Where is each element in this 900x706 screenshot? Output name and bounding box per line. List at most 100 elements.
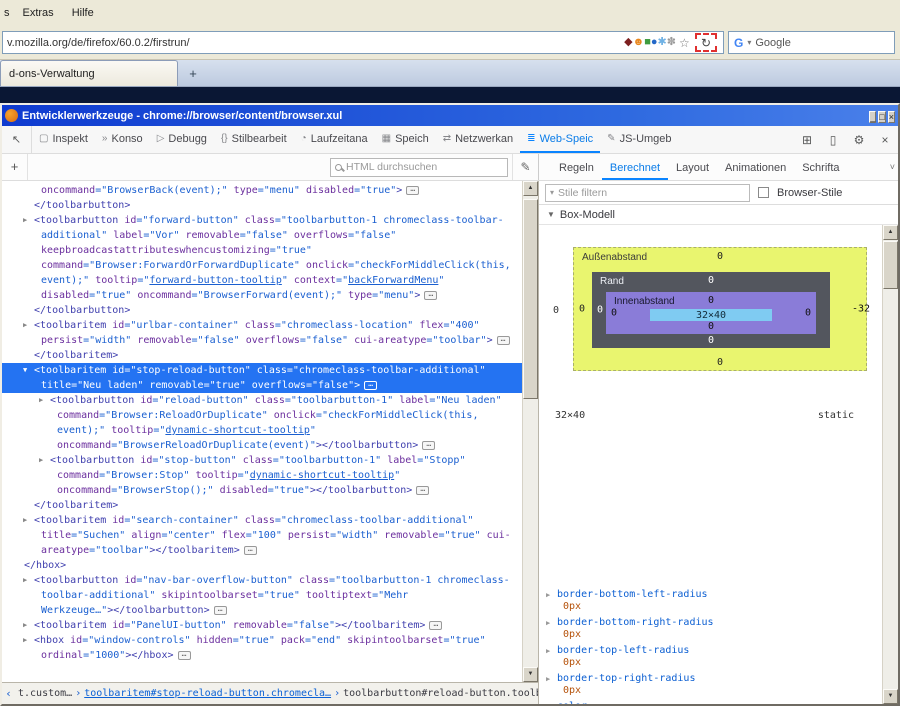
- scrollbar-thumb[interactable]: [883, 241, 898, 289]
- expand-arrow-icon[interactable]: ▶: [23, 213, 27, 228]
- markup-line[interactable]: ▶<toolbaritem id="urlbar-container" clas…: [2, 318, 522, 333]
- flower-addon-icon[interactable]: ✽: [667, 36, 676, 48]
- markup-line[interactable]: disabled="true" oncommand="BrowserForwar…: [2, 288, 522, 303]
- markup-line[interactable]: areatype="toolbar"></toolbaritem>…: [2, 543, 522, 558]
- box-model-header[interactable]: ▼ Box-Modell: [539, 205, 898, 225]
- box-model-content[interactable]: 32×40: [650, 309, 772, 321]
- markup-line[interactable]: ▶<toolbarbutton id="nav-bar-overflow-but…: [2, 573, 522, 588]
- markup-line[interactable]: </hbox>: [2, 558, 522, 573]
- browser-styles-checkbox[interactable]: [758, 187, 769, 198]
- blue-addon-icon[interactable]: ●: [651, 36, 658, 48]
- scroll-down-icon[interactable]: ▼: [883, 689, 898, 704]
- markup-line[interactable]: ordinal="1000"></hbox>…: [2, 648, 522, 663]
- collapsed-children-pill[interactable]: …: [416, 486, 429, 495]
- search-engine-icon[interactable]: G: [734, 36, 743, 50]
- computed-scrollbar[interactable]: ▲ ▼: [882, 225, 898, 704]
- collapsed-children-pill[interactable]: …: [364, 381, 377, 390]
- markup-scrollbar[interactable]: ▲ ▼: [522, 181, 538, 682]
- markup-line[interactable]: </toolbaritem>: [2, 498, 522, 513]
- attribute-link[interactable]: dynamic-shortcut-tooltip: [165, 425, 310, 436]
- breadcrumb-item[interactable]: toolbarbutton#reload-button.toolbarbu: [340, 688, 538, 699]
- expand-arrow-icon[interactable]: ▶: [23, 633, 27, 648]
- tab-netzwerkan[interactable]: ⇄Netzwerkan: [436, 126, 520, 153]
- expand-arrow-icon[interactable]: ▶: [546, 647, 550, 655]
- tab-js-umgeb[interactable]: ✎JS-Umgeb: [600, 126, 678, 153]
- expand-arrow-icon[interactable]: ▶: [546, 619, 550, 627]
- markup-line[interactable]: title="Suchen" align="center" flex="100"…: [2, 528, 522, 543]
- markup-line[interactable]: ▶<toolbaritem id="PanelUI-button" remova…: [2, 618, 522, 633]
- sidebar-tab-berechnet[interactable]: Berechnet: [602, 157, 668, 180]
- markup-line[interactable]: event);" tooltip="dynamic-shortcut-toolt…: [2, 423, 522, 438]
- minimize-button[interactable]: _: [869, 111, 876, 123]
- green-addon-icon[interactable]: ■: [644, 36, 651, 48]
- markup-line[interactable]: command="Browser:ReloadOrDuplicate" oncl…: [2, 408, 522, 423]
- collapsed-children-pill[interactable]: …: [244, 546, 257, 555]
- markup-line[interactable]: ▶<toolbarbutton id="reload-button" class…: [2, 393, 522, 408]
- markup-line[interactable]: oncommand="BrowserReloadOrDuplicate(even…: [2, 438, 522, 453]
- reload-button-highlight[interactable]: ↻: [695, 33, 717, 52]
- markup-line[interactable]: toolbar-additional" skipintoolbarset="tr…: [2, 588, 522, 603]
- close-devtools-icon[interactable]: ×: [872, 133, 898, 147]
- breadcrumb-item[interactable]: t.custom…: [15, 688, 75, 699]
- maximize-button[interactable]: □: [878, 111, 885, 123]
- markup-line[interactable]: ▼<toolbaritem id="stop-reload-button" cl…: [2, 363, 522, 378]
- markup-line[interactable]: oncommand="BrowserBack(event);" type="me…: [2, 183, 522, 198]
- markup-line[interactable]: ▶<hbox id="window-controls" hidden="true…: [2, 633, 522, 648]
- devices-icon[interactable]: ▯: [820, 133, 846, 147]
- grid-icon[interactable]: ⊞: [794, 133, 820, 147]
- tab-debugg[interactable]: ▷Debugg: [150, 126, 214, 153]
- expand-arrow-icon[interactable]: ▼: [23, 363, 27, 378]
- markup-line[interactable]: title="Neu laden" removable="true" overf…: [2, 378, 522, 393]
- eyedropper-icon[interactable]: ✎: [512, 154, 538, 180]
- markup-line[interactable]: command="Browser:ForwardOrForwardDuplica…: [2, 258, 522, 273]
- tab-laufzeitana[interactable]: ◔Laufzeitana: [294, 126, 375, 153]
- markup-line[interactable]: ▶<toolbarbutton id="stop-button" class="…: [2, 453, 522, 468]
- breadcrumb-left-arrow[interactable]: ‹: [2, 687, 15, 700]
- box-model-border[interactable]: Rand 0 0 0 Innenabstand 0 0 0 0 32×40: [592, 272, 830, 348]
- markup-line[interactable]: </toolbarbutton>: [2, 198, 522, 213]
- sidebar-tab-regeln[interactable]: Regeln: [551, 157, 602, 180]
- collapsed-children-pill[interactable]: …: [424, 291, 437, 300]
- devtools-title-bar[interactable]: Entwicklerwerkzeuge - chrome://browser/c…: [2, 105, 898, 126]
- snowflake-addon-icon[interactable]: ✱: [658, 36, 667, 48]
- expand-arrow-icon[interactable]: ▶: [23, 573, 27, 588]
- sidebar-tab-schrifta[interactable]: Schrifta: [794, 157, 847, 180]
- bookmark-star-icon[interactable]: ☆: [676, 36, 693, 50]
- tab-web-speic[interactable]: ≣Web-Speic: [520, 126, 600, 153]
- markup-search-box[interactable]: [330, 158, 508, 177]
- expand-arrow-icon[interactable]: ▶: [39, 393, 43, 408]
- scroll-down-icon[interactable]: ▼: [523, 667, 538, 682]
- twisty-icon[interactable]: ▼: [547, 210, 555, 219]
- attribute-link[interactable]: backForwardMenu: [348, 275, 438, 286]
- markup-line[interactable]: </toolbaritem>: [2, 348, 522, 363]
- expand-arrow-icon[interactable]: ▶: [546, 591, 550, 599]
- markup-line[interactable]: </toolbarbutton>: [2, 303, 522, 318]
- box-model-padding[interactable]: Innenabstand 0 0 0 0 32×40: [606, 292, 816, 334]
- markup-line[interactable]: oncommand="BrowserStop();" disabled="tru…: [2, 483, 522, 498]
- search-bar[interactable]: G ▾ Google: [728, 31, 895, 54]
- expand-arrow-icon[interactable]: ▶: [546, 675, 550, 683]
- tab-stilbearbeit[interactable]: {}Stilbearbeit: [214, 126, 294, 153]
- search-engine-chevron-icon[interactable]: ▾: [747, 38, 751, 47]
- collapsed-children-pill[interactable]: …: [406, 186, 419, 195]
- expand-arrow-icon[interactable]: ▶: [546, 703, 550, 704]
- tab-konso[interactable]: »Konso: [95, 126, 150, 153]
- scroll-up-icon[interactable]: ▲: [523, 181, 538, 196]
- markup-line[interactable]: additional" label="Vor" removable="false…: [2, 228, 522, 243]
- shield-addon-icon[interactable]: ◆: [624, 36, 632, 48]
- markup-line[interactable]: ▶<toolbaritem id="search-container" clas…: [2, 513, 522, 528]
- collapsed-children-pill[interactable]: …: [422, 441, 435, 450]
- collapsed-children-pill[interactable]: …: [178, 651, 191, 660]
- add-node-button[interactable]: +: [2, 154, 28, 180]
- attribute-link[interactable]: forward-button-tooltip: [149, 275, 281, 286]
- settings-gear-icon[interactable]: ⚙: [846, 133, 872, 147]
- menu-item-partial[interactable]: s: [0, 4, 14, 22]
- markup-line[interactable]: persist="width" removable="false" overfl…: [2, 333, 522, 348]
- box-model-margin[interactable]: Außenabstand 0 0 -32 0 Rand 0 0 0 Innena…: [573, 247, 867, 371]
- menu-item-hilfe[interactable]: Hilfe: [63, 4, 103, 22]
- scrollbar-thumb[interactable]: [523, 199, 538, 399]
- sidebar-tab-layout[interactable]: Layout: [668, 157, 717, 180]
- reload-icon[interactable]: ↻: [701, 36, 711, 50]
- sidebar-tab-animationen[interactable]: Animationen: [717, 157, 794, 180]
- markup-search-input[interactable]: [346, 161, 503, 173]
